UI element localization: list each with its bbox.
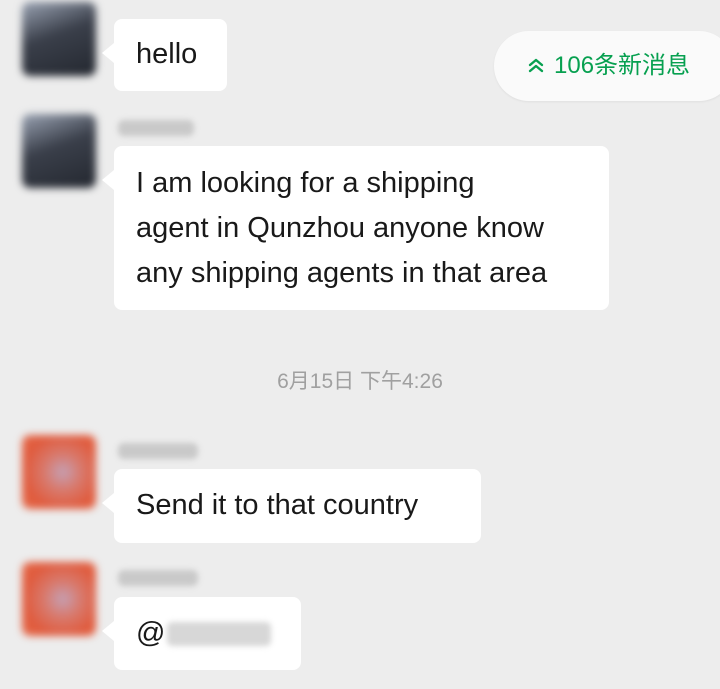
new-messages-label: 106条新消息 <box>554 52 691 79</box>
message-text: I am looking for a shipping agent in Qun… <box>136 167 548 289</box>
avatar[interactable] <box>22 435 96 509</box>
sender-name <box>118 570 198 586</box>
timestamp: 6月15日 下午4:26 <box>277 370 443 393</box>
message-text: Send it to that country <box>136 489 419 521</box>
double-chevron-up-icon <box>528 58 544 72</box>
sender-name <box>118 120 194 136</box>
avatar[interactable] <box>22 114 96 188</box>
message-bubble[interactable]: hello <box>102 19 227 91</box>
mention-name-redacted <box>167 622 272 647</box>
mention-text: @ <box>136 617 166 649</box>
avatar[interactable] <box>22 562 96 636</box>
message-text: hello <box>136 38 198 70</box>
avatar[interactable] <box>22 2 96 76</box>
sender-name <box>118 443 198 459</box>
message-bubble[interactable]: I am looking for a shipping agent in Qun… <box>102 146 609 310</box>
message-bubble[interactable]: @ <box>102 597 301 670</box>
new-messages-button[interactable]: 106条新消息 <box>494 31 720 101</box>
message-bubble[interactable]: Send it to that country <box>102 469 481 543</box>
chat-window: hello 106条新消息 I am looking for a shippin… <box>0 0 720 689</box>
